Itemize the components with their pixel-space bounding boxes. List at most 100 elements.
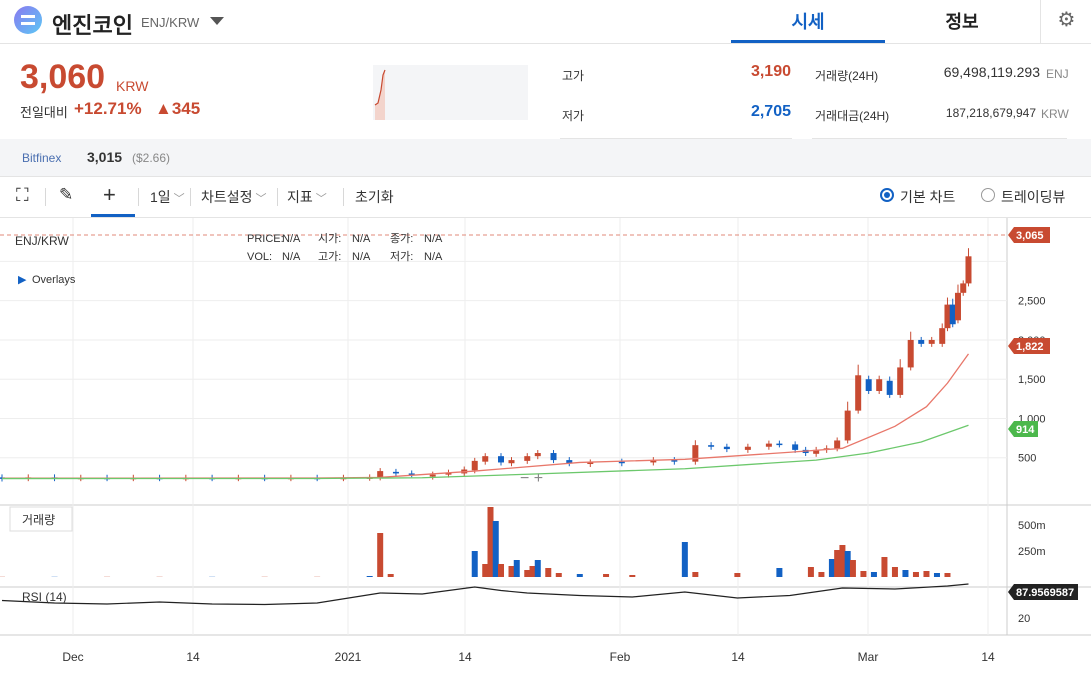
candle-body [844, 410, 851, 441]
amount-unit: KRW [1041, 107, 1069, 121]
volume-tick-label: 250m [1018, 546, 1046, 558]
volume-panel-label: 거래량 [22, 513, 55, 527]
volume-bar [492, 521, 499, 577]
candle-body [534, 453, 541, 457]
volume-bar [524, 570, 531, 577]
interval-select[interactable]: 1일 ﹀ [150, 187, 185, 207]
ma-short-tag: 1,822 [1016, 341, 1044, 353]
time-tick-label: 14 [981, 650, 995, 664]
volume-bar [576, 574, 583, 577]
pencil-icon[interactable]: ✎ [59, 185, 73, 205]
price-tick-label: 500 [1018, 453, 1036, 465]
volume-bar [834, 550, 841, 577]
chart-settings-menu[interactable]: 차트설정 ﹀ [201, 187, 267, 207]
candlesticks [0, 248, 972, 482]
crosshair-icon[interactable]: + [103, 182, 116, 208]
rsi-panel-label: RSI (14) [22, 590, 67, 604]
candle-body [708, 445, 715, 447]
chevron-down-icon[interactable] [210, 17, 224, 25]
volume-bar [377, 533, 384, 577]
volume-bar [387, 574, 394, 577]
volume-bar [482, 564, 489, 577]
volume-bar [844, 551, 851, 577]
candle-body [471, 460, 478, 471]
legend-price-value: N/A [282, 233, 301, 245]
fullscreen-icon[interactable]: ⛶ [16, 185, 29, 206]
volume-bar [692, 572, 699, 577]
overlays-triangle-icon[interactable]: ▶ [18, 274, 27, 286]
volume-bar [860, 571, 867, 577]
candle-body [865, 379, 872, 391]
basic-chart-radio[interactable] [880, 188, 894, 202]
sparkline-chart [373, 65, 528, 120]
price-chart[interactable]: 5001,0001,5002,0002,500Dec14202114Feb14M… [0, 218, 1091, 673]
toolbar-separator [343, 188, 344, 206]
legend-high-label: 고가: [318, 250, 341, 263]
volume-bar [818, 572, 825, 577]
volume-bar [555, 573, 562, 577]
indicators-menu[interactable]: 지표 ﹀ [287, 187, 327, 207]
price-tick-label: 2,500 [1018, 296, 1046, 308]
candle-body [886, 380, 893, 395]
candle-body [949, 304, 956, 325]
last-price-tag: 3,065 [1016, 230, 1044, 242]
candle-body [550, 453, 557, 461]
reset-button[interactable]: 초기화 [355, 187, 394, 207]
coin-pair: ENJ/KRW [141, 15, 200, 30]
gear-icon[interactable]: ⚙ [1040, 0, 1091, 43]
volume-value: 69,498,119.293 [943, 64, 1040, 80]
legend-low-label: 저가: [390, 250, 413, 263]
ma-long-tag: 914 [1016, 424, 1035, 436]
volume-bar [534, 560, 541, 577]
zoom-controls[interactable]: − + [520, 470, 543, 487]
toolbar-separator [138, 188, 139, 206]
time-tick-label: 2021 [335, 650, 362, 664]
volume-bar [839, 545, 846, 577]
chevron-down-icon: ﹀ [255, 193, 267, 205]
crosshair-active-indicator [91, 214, 135, 217]
time-tick-label: Mar [858, 650, 879, 664]
candle-body [954, 292, 961, 321]
volume-unit: ENJ [1046, 67, 1069, 81]
volume-bar [513, 560, 520, 577]
volume-bar [828, 559, 835, 577]
legend-close-label: 종가: [390, 232, 413, 245]
candle-body [876, 379, 883, 391]
candle-body [776, 443, 783, 446]
candle-body [429, 474, 436, 477]
low-value: 2,705 [750, 103, 791, 120]
candle-body [392, 471, 399, 474]
sparkline-svg [374, 69, 386, 120]
volume-tick-label: 500m [1018, 520, 1046, 532]
volume-bar [545, 568, 552, 577]
overlays-toggle[interactable]: Overlays [32, 274, 76, 286]
candle-body [765, 443, 772, 447]
toolbar-separator [45, 188, 46, 206]
tradingview-radio[interactable] [981, 188, 995, 202]
high-value: 3,190 [750, 63, 791, 80]
candle-body [897, 367, 904, 395]
app-header: 엔진코인 ENJ/KRW 시세 정보 ⚙ [0, 0, 1091, 44]
volume-bar [902, 570, 909, 577]
chart-settings-label: 차트설정 [201, 189, 253, 205]
volume-bar [487, 507, 494, 577]
high-label: 고가 [562, 69, 585, 83]
bitfinex-name: Bitfinex [22, 151, 62, 165]
tab-info[interactable]: 정보 [885, 8, 1039, 34]
basic-chart-label[interactable]: 기본 차트 [900, 187, 955, 207]
bitfinex-usd: ($2.66) [132, 151, 171, 165]
bitfinex-price: 3,015 [87, 149, 123, 165]
candle-body [524, 456, 531, 461]
tradingview-label[interactable]: 트레이딩뷰 [1001, 187, 1065, 207]
tab-sise[interactable]: 시세 [731, 8, 885, 43]
change-absolute: ▲345 [155, 99, 201, 118]
volume-bar [849, 560, 856, 577]
legend-vol-label: VOL: [247, 251, 272, 263]
enjin-logo-icon [14, 6, 42, 34]
volume-bar [629, 575, 636, 577]
chart-axes: 5001,0001,5002,0002,500Dec14202114Feb14M… [62, 227, 1078, 664]
legend-high-value: N/A [352, 251, 371, 263]
volume-bar [870, 572, 877, 577]
candle-body [944, 304, 951, 329]
legend-low-value: N/A [424, 251, 443, 263]
